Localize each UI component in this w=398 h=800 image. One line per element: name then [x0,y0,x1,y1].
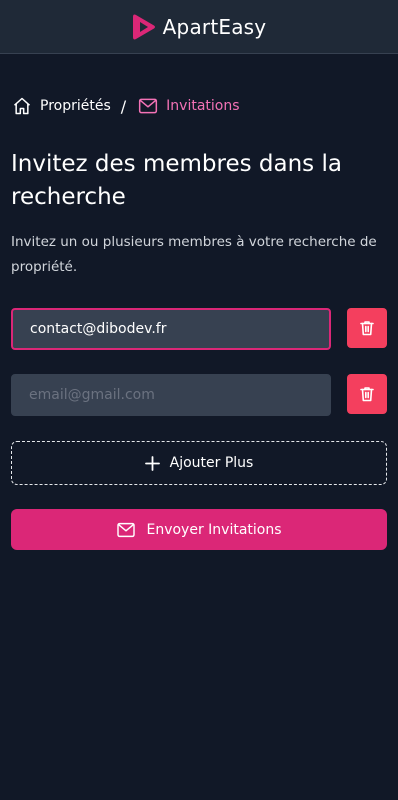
send-invitations-button[interactable]: Envoyer Invitations [11,509,387,550]
delete-email-button-1[interactable] [347,308,387,348]
plus-icon [144,455,160,471]
email-input-1[interactable] [11,308,331,350]
add-more-button[interactable]: Ajouter Plus [11,441,387,485]
email-row [11,374,387,416]
home-icon [14,97,30,115]
add-more-label: Ajouter Plus [169,455,254,471]
breadcrumb-current-label: Invitations [166,98,240,114]
brand-logo-icon [132,14,155,39]
breadcrumb-home-label: Propriétés [40,98,111,114]
email-input-2[interactable] [11,374,331,416]
envelope-icon [117,522,136,537]
top-bar: ApartEasy [0,0,398,54]
brand-name: ApartEasy [162,14,267,39]
page-subtitle: Invitez un ou plusieurs membres à votre … [11,234,377,275]
breadcrumb-home-link[interactable]: Propriétés [12,96,111,116]
brand[interactable]: ApartEasy [132,13,267,41]
breadcrumb-separator: / [120,96,127,116]
envelope-icon [139,98,158,114]
trash-icon [360,321,374,336]
delete-email-button-2[interactable] [347,374,387,414]
page-title: Invitez des membres dans la recherche [11,151,342,210]
email-row [11,308,387,350]
breadcrumb-current-link[interactable]: Invitations [138,97,240,115]
send-invitations-label: Envoyer Invitations [146,521,282,538]
breadcrumb: Propriétés / Invitations [12,94,240,118]
trash-icon [360,387,374,402]
